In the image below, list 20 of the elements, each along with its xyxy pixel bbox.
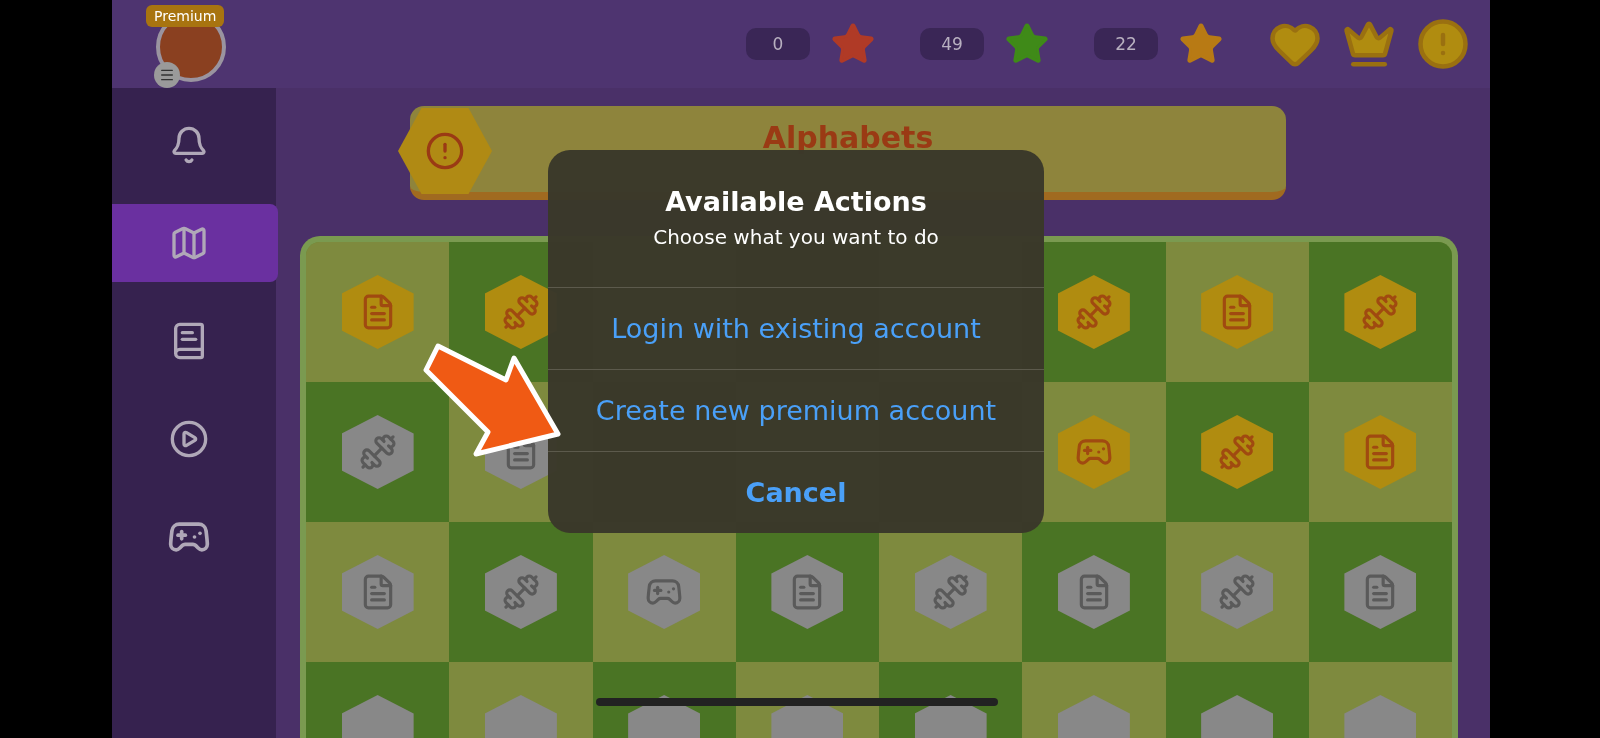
dumbbell-icon (358, 433, 397, 471)
dumbbell-icon (501, 293, 540, 331)
medal-icon[interactable] (1416, 17, 1470, 71)
dumbbell-icon (1074, 293, 1113, 331)
star-count: 0 (746, 28, 810, 60)
dumbbell-icon (1218, 573, 1257, 611)
dumbbell-icon (501, 573, 540, 611)
dumbbell-icon (1361, 293, 1400, 331)
star-count: 49 (920, 28, 984, 60)
dialog-title: Available Actions (665, 186, 927, 217)
dumbbell-icon (1218, 433, 1257, 471)
menu-icon[interactable] (154, 62, 180, 88)
premium-badge: Premium (146, 5, 225, 27)
action-button[interactable]: Login with existing account (548, 287, 1044, 369)
cancel-button[interactable]: Cancel (548, 451, 1044, 533)
star-count: 22 (1094, 28, 1158, 60)
dialog-message: Choose what you want to do (653, 225, 939, 249)
dumbbell-icon (931, 573, 970, 611)
map-icon[interactable] (112, 204, 278, 282)
banner-title: Alphabets (762, 119, 934, 155)
